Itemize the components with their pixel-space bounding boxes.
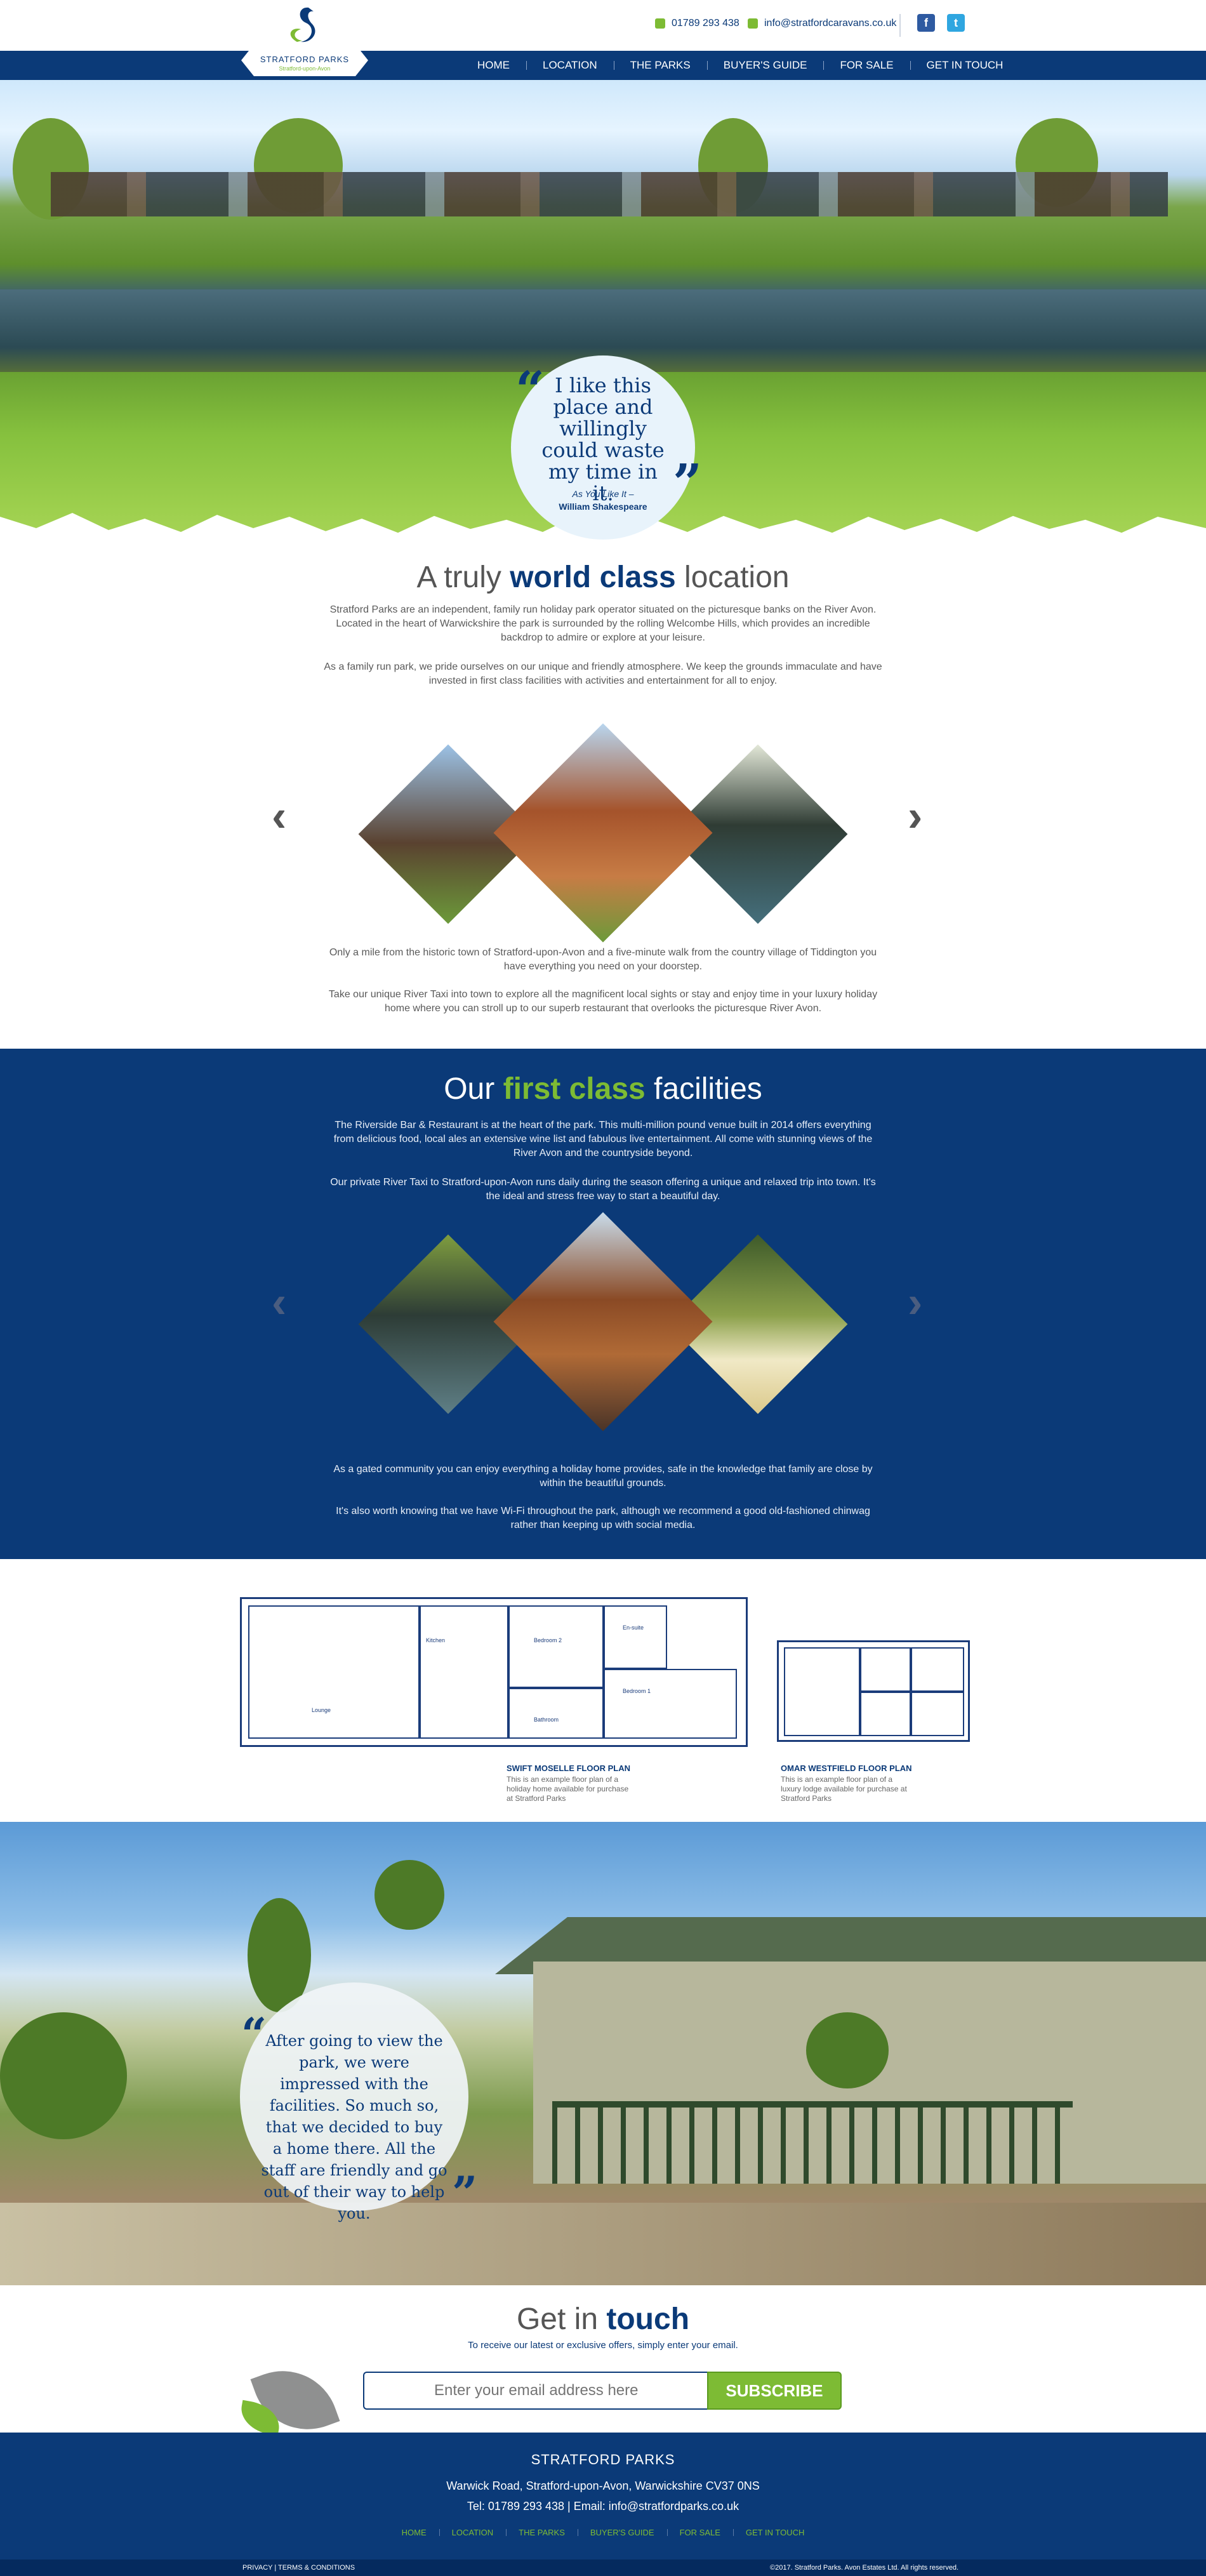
plan-label: Bathroom bbox=[534, 1716, 559, 1723]
header-divider bbox=[899, 14, 901, 37]
plan-room bbox=[860, 1692, 911, 1736]
chevron-left-icon[interactable]: ‹ bbox=[272, 793, 286, 838]
logo-tagline: Stratford-upon-Avon bbox=[279, 65, 331, 72]
plan-room bbox=[604, 1669, 737, 1739]
legal-links[interactable]: PRIVACY | TERMS & CONDITIONS bbox=[242, 2564, 355, 2572]
plan-room bbox=[420, 1605, 508, 1739]
subscribe-button[interactable]: SUBSCRIBE bbox=[707, 2372, 842, 2410]
facebook-icon[interactable]: f bbox=[917, 14, 935, 32]
plan-room bbox=[911, 1692, 964, 1736]
plan-room bbox=[784, 1647, 860, 1736]
nav-home[interactable]: HOME bbox=[461, 59, 526, 72]
main-nav: HOME LOCATION THE PARKS BUYER'S GUIDE FO… bbox=[0, 51, 1206, 80]
footer-address: Warwick Road, Stratford-upon-Avon, Warwi… bbox=[446, 2480, 760, 2492]
header-email[interactable]: info@stratfordcaravans.co.uk bbox=[748, 18, 896, 29]
facilities-paragraph-1: The Riverside Bar & Restaurant is at the… bbox=[333, 1120, 873, 1159]
location-paragraph-4: Take our unique River Taxi into town to … bbox=[328, 989, 878, 1014]
header-phone[interactable]: 01789 293 438 bbox=[655, 18, 739, 29]
plan-label: Lounge bbox=[312, 1707, 331, 1713]
chevron-right-icon[interactable]: › bbox=[908, 1280, 922, 1324]
footer-name: STRATFORD PARKS bbox=[531, 2452, 675, 2467]
email-icon bbox=[748, 18, 758, 29]
location-paragraph-1: Stratford Parks are an independent, fami… bbox=[329, 604, 877, 643]
location-heading: A truly world class location bbox=[416, 561, 790, 594]
plan-label: Bedroom 1 bbox=[623, 1688, 651, 1694]
facilities-paragraph-3: As a gated community you can enjoy every… bbox=[333, 1464, 873, 1489]
nav-for-sale[interactable]: FOR SALE bbox=[823, 59, 910, 72]
touch-heading: Get in touch bbox=[516, 2302, 690, 2336]
plan-label: Bedroom 2 bbox=[534, 1637, 562, 1643]
testimonial-text: After going to view the park, we were im… bbox=[261, 2032, 447, 2222]
gallery-image-lodge[interactable] bbox=[493, 723, 713, 943]
topiary-tree bbox=[374, 1860, 444, 1930]
topiary-tree bbox=[0, 2012, 127, 2139]
facilities-heading: Our first class facilities bbox=[444, 1072, 762, 1106]
facilities-paragraph-2: Our private River Taxi to Stratford-upon… bbox=[330, 1177, 876, 1202]
header-phone-text: 01789 293 438 bbox=[672, 18, 739, 29]
footer-nav-the-parks[interactable]: THE PARKS bbox=[506, 2528, 578, 2537]
plan-room bbox=[508, 1688, 604, 1739]
lodge-railing bbox=[552, 2101, 1073, 2184]
topiary-tree bbox=[806, 2012, 889, 2088]
footer-nav: HOME LOCATION THE PARKS BUYER'S GUIDE FO… bbox=[0, 2528, 1206, 2537]
touch-subtext: To receive our latest or exclusive offer… bbox=[468, 2340, 738, 2351]
twitter-icon[interactable]: t bbox=[947, 14, 965, 32]
floorplan-description: This is an example floor plan of a luxur… bbox=[781, 1775, 907, 1803]
quote-close-icon: ” bbox=[673, 453, 703, 512]
location-paragraph-2: As a family run park, we pride ourselves… bbox=[324, 661, 882, 686]
page: 01789 293 438 info@stratfordcaravans.co.… bbox=[0, 0, 1206, 2576]
gallery-image-riverside-bar[interactable] bbox=[493, 1212, 713, 1431]
floorplan-description: This is an example floor plan of a holid… bbox=[507, 1775, 629, 1803]
footer-nav-location[interactable]: LOCATION bbox=[439, 2528, 507, 2537]
plan-room bbox=[248, 1605, 420, 1739]
quote-open-icon: “ bbox=[515, 360, 545, 420]
nav-the-parks[interactable]: THE PARKS bbox=[613, 59, 707, 72]
hero-lodges bbox=[51, 172, 1168, 216]
nav-get-in-touch[interactable]: GET IN TOUCH bbox=[910, 59, 1020, 72]
chevron-left-icon[interactable]: ‹ bbox=[272, 1280, 286, 1324]
plan-room bbox=[911, 1647, 964, 1692]
floorplan-swift-moselle[interactable]: Lounge Kitchen Bedroom 2 En-suite Bedroo… bbox=[240, 1597, 748, 1747]
footer: STRATFORD PARKS Warwick Road, Stratford-… bbox=[0, 2433, 1206, 2559]
footer-contact: Tel: 01789 293 438 | Email: info@stratfo… bbox=[467, 2500, 739, 2513]
facilities-section: Our first class facilities The Riverside… bbox=[0, 1049, 1206, 1559]
facilities-paragraph-4: It's also worth knowing that we have Wi-… bbox=[336, 1506, 870, 1530]
quote-close-icon: ” bbox=[452, 2167, 478, 2219]
site-logo[interactable]: STRATFORD PARKS Stratford-upon-Avon bbox=[241, 0, 368, 79]
footer-nav-get-in-touch[interactable]: GET IN TOUCH bbox=[732, 2528, 817, 2537]
plan-label: En-suite bbox=[623, 1624, 644, 1631]
hero-quote-source: As You Like It – bbox=[572, 489, 634, 499]
legal-bar: PRIVACY | TERMS & CONDITIONS ©2017. Stra… bbox=[0, 2559, 1206, 2576]
logo-name: STRATFORD PARKS bbox=[260, 55, 350, 64]
plan-room bbox=[508, 1605, 604, 1688]
plan-room bbox=[604, 1605, 667, 1669]
email-input[interactable] bbox=[363, 2372, 707, 2410]
nav-location[interactable]: LOCATION bbox=[526, 59, 614, 72]
footer-nav-buyers-guide[interactable]: BUYER'S GUIDE bbox=[577, 2528, 667, 2537]
floorplan-omar-westfield[interactable] bbox=[777, 1640, 970, 1742]
nav-buyers-guide[interactable]: BUYER'S GUIDE bbox=[706, 59, 824, 72]
swan-logo-icon bbox=[290, 7, 315, 43]
floorplan-title: SWIFT MOSELLE FLOOR PLAN bbox=[507, 1763, 630, 1773]
header-email-text: info@stratfordcaravans.co.uk bbox=[764, 18, 897, 29]
phone-icon bbox=[655, 18, 665, 29]
flower-bed bbox=[0, 2203, 1206, 2285]
testimonial-banner bbox=[0, 1822, 1206, 2285]
location-paragraph-3: Only a mile from the historic town of St… bbox=[329, 947, 877, 972]
plan-room bbox=[860, 1647, 911, 1692]
hero-quote-author: William Shakespeare bbox=[559, 501, 647, 512]
footer-nav-home[interactable]: HOME bbox=[389, 2528, 439, 2537]
footer-nav-for-sale[interactable]: FOR SALE bbox=[666, 2528, 733, 2537]
testimonial-quote: After going to view the park, we were im… bbox=[240, 1982, 468, 2222]
copyright: ©2017. Stratford Parks. Avon Estates Ltd… bbox=[770, 2564, 959, 2572]
plan-label: Kitchen bbox=[426, 1637, 446, 1643]
hero-quote-text: I like this place and willingly could wa… bbox=[541, 373, 665, 505]
top-bar: 01789 293 438 info@stratfordcaravans.co.… bbox=[0, 0, 1206, 51]
floorplan-title: OMAR WESTFIELD FLOOR PLAN bbox=[781, 1763, 912, 1773]
quote-open-icon: “ bbox=[241, 2008, 267, 2061]
chevron-right-icon[interactable]: › bbox=[908, 793, 922, 838]
